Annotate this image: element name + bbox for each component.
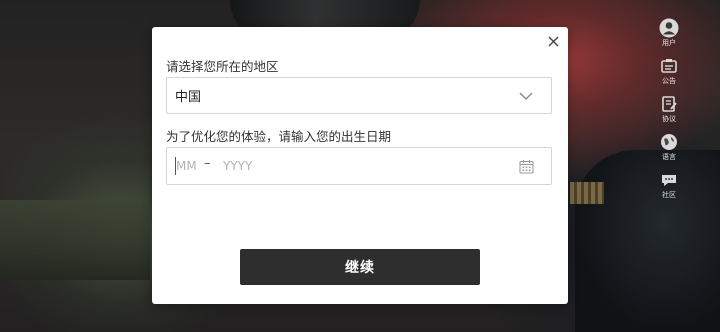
age-region-dialog: 请选择您所在的地区 中国 为了优化您的体验，请输入您的出生日期 – — [152, 27, 568, 304]
sidebar-item-label: 社区 — [662, 191, 676, 199]
sidebar-item-user[interactable]: 用户 — [652, 18, 686, 56]
sidebar-item-label: 协议 — [662, 115, 676, 123]
close-icon — [548, 36, 558, 46]
sidebar-item-label: 语言 — [662, 153, 676, 161]
region-select-value: 中国 — [175, 90, 202, 105]
continue-button[interactable]: 继续 — [240, 249, 480, 285]
close-button[interactable] — [546, 34, 560, 48]
community-icon — [659, 170, 679, 190]
year-input[interactable] — [223, 157, 267, 175]
globe-icon — [659, 132, 679, 152]
sidebar-item-community[interactable]: 社区 — [652, 170, 686, 208]
region-label: 请选择您所在的地区 — [166, 59, 279, 74]
sidebar-item-label: 公告 — [662, 77, 676, 85]
game-background: 用户 公告 协议 语言 社区 请选择您所在的地区 中国 为了优化您的体验，请输入… — [0, 0, 720, 332]
sidebar-item-agreement[interactable]: 协议 — [652, 94, 686, 132]
agreement-icon — [659, 94, 679, 114]
date-separator: – — [204, 156, 211, 171]
chevron-down-icon — [519, 92, 533, 100]
sidebar-item-language[interactable]: 语言 — [652, 132, 686, 170]
birthdate-field: – — [166, 147, 552, 185]
sidebar-item-label: 用户 — [662, 39, 676, 47]
calendar-icon[interactable] — [519, 159, 534, 174]
sidebar-item-announcement[interactable]: 公告 — [652, 56, 686, 94]
user-icon — [659, 18, 679, 38]
announcement-icon — [659, 56, 679, 76]
side-toolbar: 用户 公告 协议 语言 社区 — [652, 18, 686, 208]
month-input[interactable] — [176, 157, 204, 175]
region-select[interactable]: 中国 — [166, 77, 552, 114]
birthdate-label: 为了优化您的体验，请输入您的出生日期 — [166, 129, 392, 144]
